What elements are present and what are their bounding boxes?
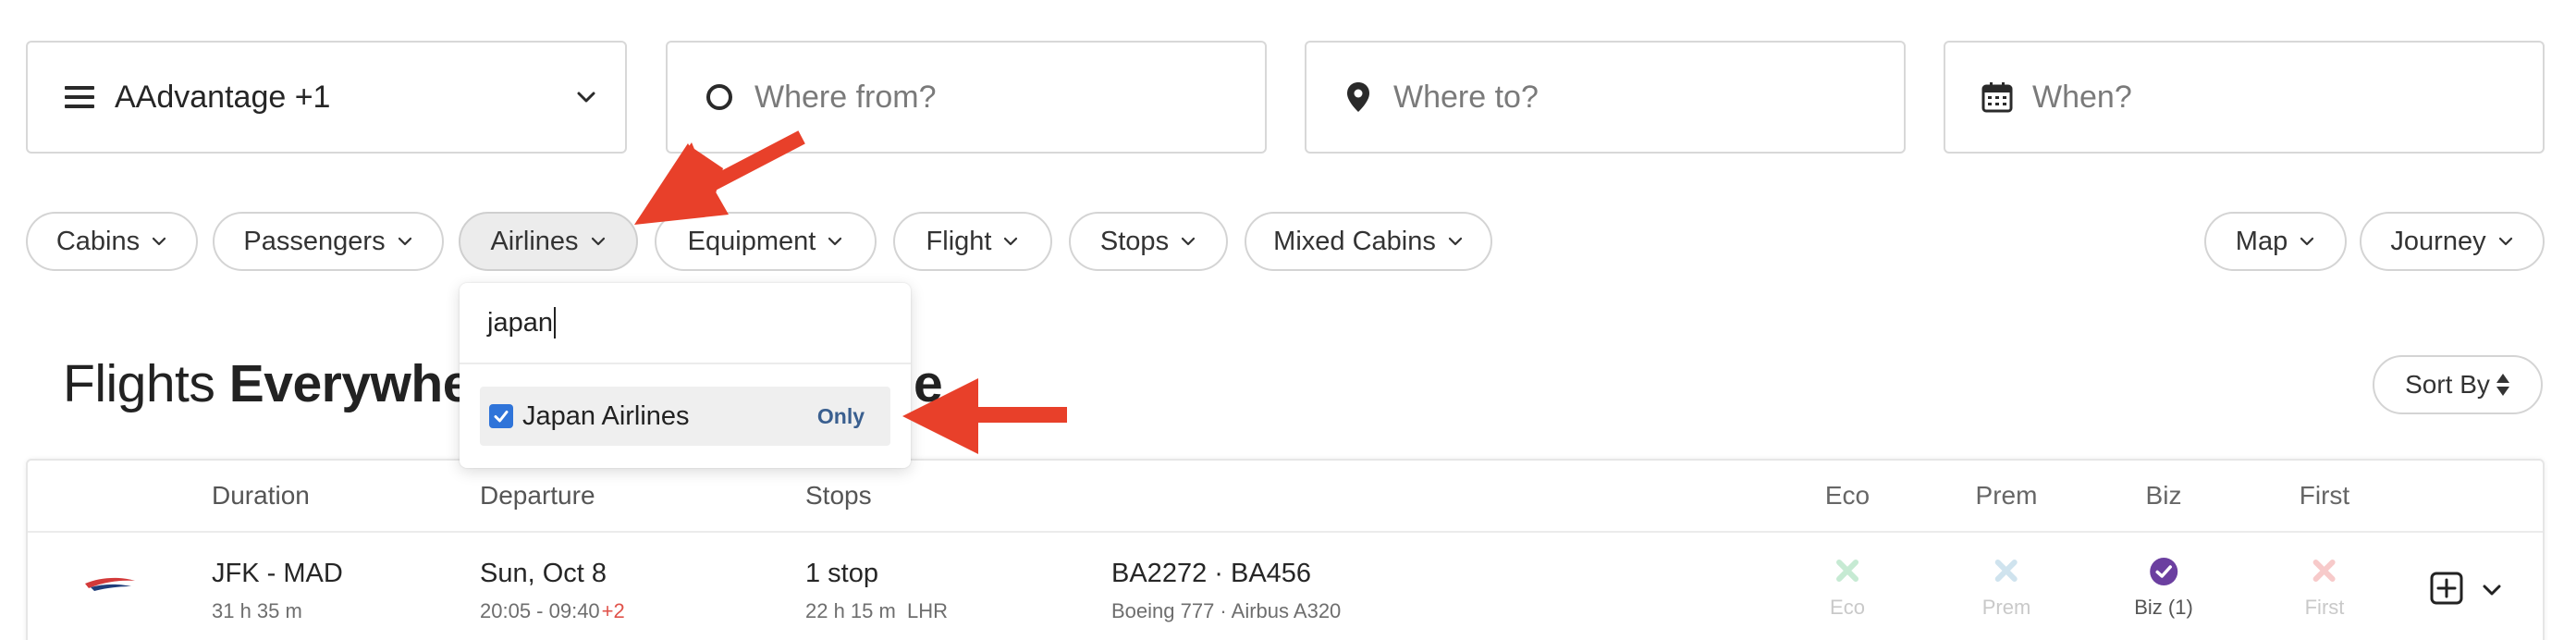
menu-icon	[63, 80, 96, 114]
filter-flight[interactable]: Flight	[893, 212, 1052, 271]
day-offset: +2	[601, 599, 625, 622]
biz-availability[interactable]: Biz (1)	[2134, 557, 2193, 620]
origin-circle-icon	[703, 80, 736, 114]
chevron-down-icon	[397, 233, 413, 250]
program-label: AAdvantage +1	[115, 79, 331, 115]
chevron-down-icon	[1180, 233, 1196, 250]
page-title: Flights Everywhe	[63, 353, 472, 414]
view-map[interactable]: Map	[2204, 212, 2347, 271]
filter-equipment[interactable]: Equipment	[655, 212, 877, 271]
prem-availability[interactable]: Prem	[1981, 557, 2031, 620]
departure-times: 20:05 - 09:40+2	[480, 599, 625, 623]
header-prem: Prem	[1975, 481, 2038, 510]
header-stops: Stops	[805, 481, 872, 510]
layover: 22 h 15 m LHR	[805, 599, 948, 623]
airline-search-value: japan	[487, 307, 553, 338]
airline-option[interactable]: Japan Airlines Only	[480, 387, 890, 446]
where-from-input[interactable]: Where from?	[666, 41, 1267, 154]
title-tail: e	[914, 354, 943, 413]
x-icon	[2312, 560, 2336, 582]
eco-availability[interactable]: Eco	[1830, 557, 1865, 620]
filter-cabins-label: Cabins	[55, 226, 141, 256]
chevron-down-icon	[590, 233, 607, 250]
title-bold: Everywhe	[228, 354, 472, 413]
page-title-tail: e	[914, 353, 943, 414]
airline-option-label: Japan Airlines	[522, 400, 690, 431]
view-journey[interactable]: Journey	[2360, 212, 2545, 271]
filter-mixed-cabins-label: Mixed Cabins	[1273, 226, 1436, 256]
layover-duration: 22 h 15 m	[805, 599, 896, 622]
check-circle-icon	[2150, 558, 2177, 585]
view-map-label: Map	[2235, 226, 2288, 256]
eco-label: Eco	[1830, 596, 1865, 619]
program-select[interactable]: AAdvantage +1	[26, 41, 627, 154]
expand-chevron-icon[interactable]	[2480, 579, 2504, 606]
filter-stops[interactable]: Stops	[1069, 212, 1228, 271]
departure-date: Sun, Oct 8	[480, 559, 607, 588]
chevron-down-icon	[2299, 233, 2315, 250]
where-from-placeholder: Where from?	[754, 79, 937, 115]
title-light: Flights	[63, 354, 229, 413]
airline-logo	[83, 575, 137, 600]
first-availability[interactable]: First	[2304, 557, 2345, 620]
filter-flight-label: Flight	[926, 226, 992, 256]
only-link[interactable]: Only	[817, 404, 865, 429]
filter-stops-label: Stops	[1099, 226, 1170, 256]
table-header: Duration Departure Stops Eco Prem Biz Fi…	[28, 461, 2543, 533]
filter-cabins[interactable]: Cabins	[26, 212, 198, 271]
filter-airlines[interactable]: Airlines	[459, 212, 638, 271]
text-caret	[553, 307, 556, 338]
filter-airlines-label: Airlines	[490, 226, 579, 256]
flight-numbers: BA2272 · BA456	[1111, 559, 1312, 588]
calendar-icon	[1981, 80, 2014, 114]
airlines-dropdown: japan Japan Airlines Only	[460, 283, 911, 468]
x-icon	[1835, 560, 1858, 582]
chevron-down-icon	[1447, 233, 1464, 250]
x-icon	[1995, 560, 2018, 582]
where-to-placeholder: Where to?	[1393, 79, 1539, 115]
header-biz: Biz	[2145, 481, 2182, 510]
sort-by-label: Sort By	[2405, 370, 2490, 399]
duration: 31 h 35 m	[212, 599, 302, 622]
filter-passengers[interactable]: Passengers	[213, 212, 444, 271]
filter-equipment-label: Equipment	[687, 226, 816, 256]
filter-passengers-label: Passengers	[243, 226, 386, 256]
sort-by-button[interactable]: Sort By	[2373, 355, 2543, 414]
where-to-input[interactable]: Where to?	[1305, 41, 1906, 154]
prem-label: Prem	[1981, 596, 2031, 619]
header-eco: Eco	[1824, 481, 1871, 510]
sort-icon	[2496, 374, 2509, 396]
check-icon	[494, 411, 509, 423]
header-departure: Departure	[480, 481, 595, 510]
when-input[interactable]: When?	[1944, 41, 2545, 154]
biz-label: Biz (1)	[2134, 596, 2193, 619]
times-text: 20:05 - 09:40	[480, 599, 600, 622]
chevron-down-icon	[1002, 233, 1019, 250]
airline-checkbox[interactable]	[489, 404, 513, 428]
view-journey-label: Journey	[2390, 226, 2486, 256]
when-placeholder: When?	[2032, 79, 2132, 115]
route: JFK - MAD	[212, 559, 343, 588]
airline-search-input[interactable]: japan	[460, 283, 911, 364]
chevron-down-icon	[2497, 233, 2514, 250]
chevron-down-icon	[827, 233, 843, 250]
results-table: Duration Departure Stops Eco Prem Biz Fi…	[26, 459, 2545, 640]
first-label: First	[2304, 596, 2345, 619]
map-pin-icon	[1342, 80, 1375, 114]
filter-mixed-cabins[interactable]: Mixed Cabins	[1245, 212, 1492, 271]
header-first: First	[2299, 481, 2350, 510]
aircraft: Boeing 777 · Airbus A320	[1111, 599, 1342, 622]
chevron-down-icon	[575, 86, 597, 113]
add-to-compare-icon[interactable]	[2430, 572, 2463, 609]
chevron-down-icon	[151, 233, 167, 250]
stops-count: 1 stop	[805, 559, 878, 588]
header-duration: Duration	[212, 481, 310, 510]
layover-airport: LHR	[906, 599, 948, 622]
